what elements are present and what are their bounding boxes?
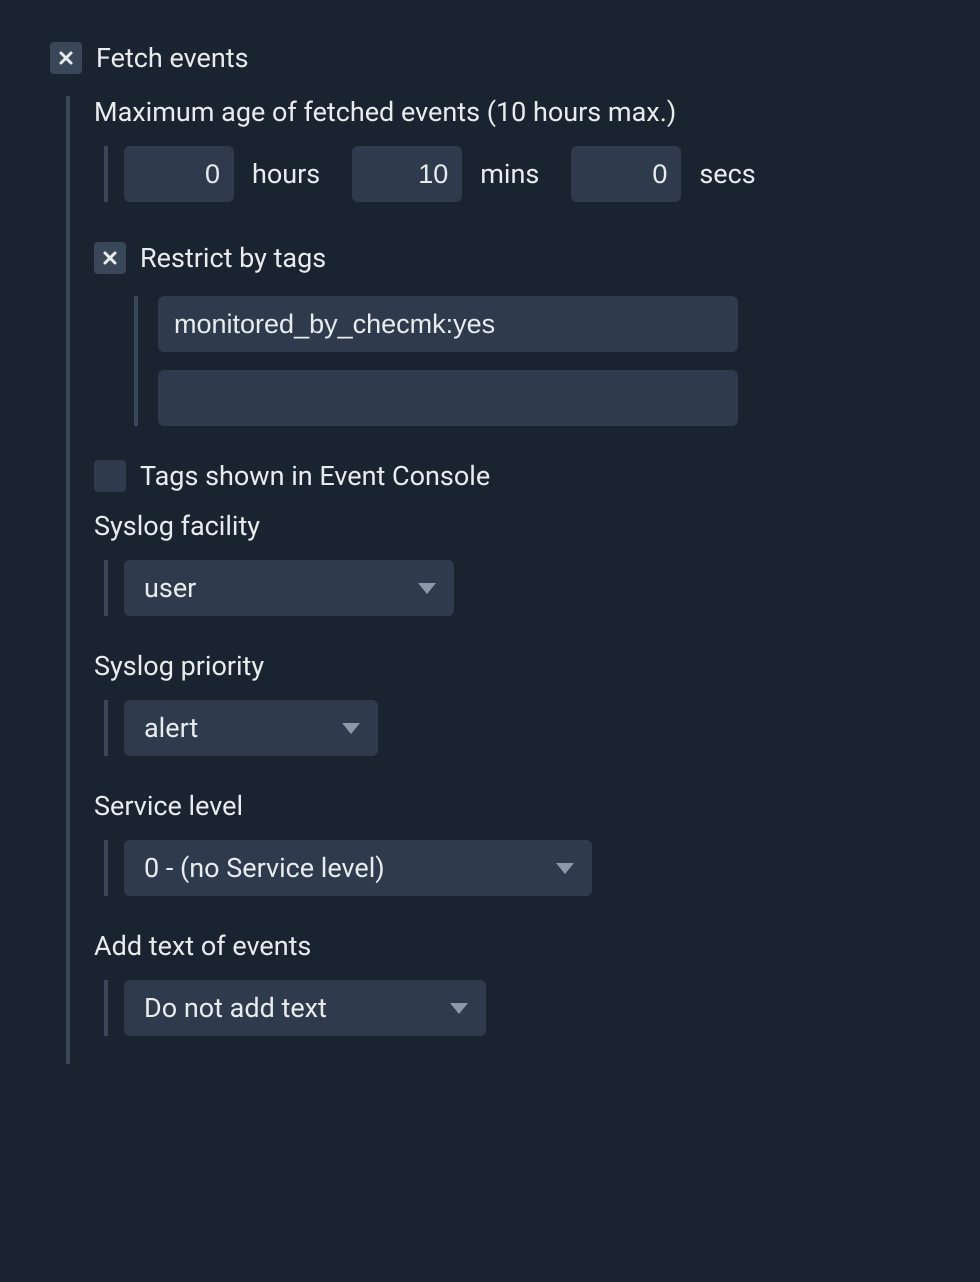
mins-input[interactable] xyxy=(352,146,462,202)
service-level-label: Service level xyxy=(94,790,243,822)
service-level-select[interactable]: 0 - (no Service level) xyxy=(124,840,592,896)
syslog-priority-value: alert xyxy=(144,712,198,744)
fetch-events-toggle[interactable] xyxy=(50,42,82,74)
hours-unit: hours xyxy=(252,158,320,190)
mins-unit: mins xyxy=(480,158,539,190)
restrict-by-tags-title: Restrict by tags xyxy=(140,242,326,274)
chevron-down-icon xyxy=(450,1003,468,1014)
chevron-down-icon xyxy=(556,863,574,874)
chevron-down-icon xyxy=(342,723,360,734)
tag-input-1[interactable] xyxy=(158,296,738,352)
syslog-facility-value: user xyxy=(144,572,196,604)
syslog-facility-label: Syslog facility xyxy=(94,510,260,542)
service-level-value: 0 - (no Service level) xyxy=(144,852,385,884)
hours-input[interactable] xyxy=(124,146,234,202)
secs-unit: secs xyxy=(699,158,755,190)
chevron-down-icon xyxy=(418,583,436,594)
add-text-select[interactable]: Do not add text xyxy=(124,980,486,1036)
tag-input-2[interactable] xyxy=(158,370,738,426)
add-text-label: Add text of events xyxy=(94,930,311,962)
close-icon xyxy=(102,250,118,266)
syslog-priority-select[interactable]: alert xyxy=(124,700,378,756)
syslog-priority-label: Syslog priority xyxy=(94,650,264,682)
tags-in-console-toggle[interactable] xyxy=(94,460,126,492)
close-icon xyxy=(58,50,74,66)
secs-input[interactable] xyxy=(571,146,681,202)
add-text-value: Do not add text xyxy=(144,992,327,1024)
restrict-by-tags-toggle[interactable] xyxy=(94,242,126,274)
syslog-facility-select[interactable]: user xyxy=(124,560,454,616)
tags-in-console-label: Tags shown in Event Console xyxy=(140,460,490,492)
max-age-label: Maximum age of fetched events (10 hours … xyxy=(94,96,676,128)
fetch-events-title: Fetch events xyxy=(96,42,249,74)
